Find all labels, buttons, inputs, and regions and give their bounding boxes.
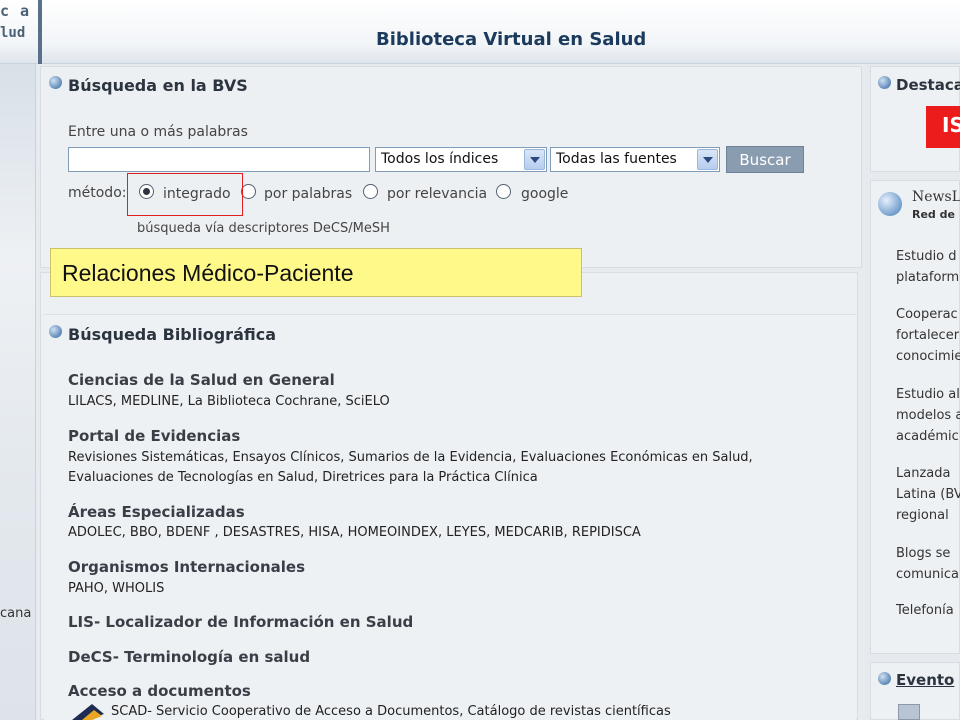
news-item-2[interactable]: Cooperac fortalecer conocimie [896, 304, 960, 367]
highlight-box [127, 173, 243, 216]
section-title-evidencias[interactable]: Portal de Evidencias [68, 427, 240, 445]
news-item-line: Lanzada [896, 466, 951, 481]
news-item-line: Latina (BV [896, 487, 960, 502]
bullet-icon [49, 76, 62, 89]
site-header: c a lud Biblioteca Virtual en Salud [0, 0, 960, 64]
section-title-decs[interactable]: DeCS- Terminología en salud [68, 648, 310, 666]
search-prompt-label: Entre una o más palabras [68, 124, 248, 140]
bullet-icon [878, 76, 891, 89]
newsletter-subtitle: Red de [912, 208, 955, 221]
radio-label-por-palabras[interactable]: por palabras [264, 186, 352, 202]
index-select-value: Todos los índices [381, 151, 499, 167]
site-title: Biblioteca Virtual en Salud [376, 29, 647, 50]
section-desc-areas[interactable]: ADOLEC, BBO, BDENF , DESASTRES, HISA, HO… [68, 525, 641, 540]
news-item-line: plataform [896, 270, 960, 285]
news-item-line: Estudio d [896, 249, 957, 264]
section-desc-ciencias[interactable]: LILACS, MEDLINE, La Biblioteca Cochrane,… [68, 394, 390, 409]
news-item-line: Estudio al [896, 387, 960, 402]
bullet-icon [49, 325, 62, 338]
news-item-line: Cooperac [896, 307, 958, 322]
news-item-line: académic [896, 429, 959, 444]
radio-por-relevancia[interactable] [363, 184, 378, 199]
news-item-3[interactable]: Estudio al modelos a académic [896, 384, 960, 447]
news-item-line: regional [896, 508, 949, 523]
search-input[interactable] [68, 147, 370, 172]
search-panel-title: Búsqueda en la BVS [68, 76, 248, 95]
section-desc-acceso[interactable]: SCAD- Servicio Cooperativo de Acceso a D… [111, 704, 671, 719]
news-item-line: modelos a [896, 408, 960, 423]
bibliografica-title: Búsqueda Bibliográfica [68, 325, 276, 344]
search-button[interactable]: Buscar [726, 146, 804, 173]
news-item-6[interactable]: Telefonía [896, 600, 954, 621]
section-desc-evidencias-1[interactable]: Revisiones Sistemáticas, Ensayos Clínico… [68, 450, 753, 465]
section-title-acceso: Acceso a documentos [68, 682, 251, 700]
logo-divider [38, 0, 42, 64]
news-item-line: conocimie [896, 349, 960, 364]
eventos-title[interactable]: Evento [896, 671, 954, 689]
radio-por-palabras[interactable] [241, 184, 256, 199]
radio-google[interactable] [496, 184, 511, 199]
radio-label-google[interactable]: google [521, 186, 568, 202]
news-item-1[interactable]: Estudio d plataform [896, 246, 959, 288]
section-desc-evidencias-2[interactable]: Evaluaciones de Tecnologías en Salud, Di… [68, 470, 538, 485]
source-select[interactable]: Todas las fuentes [550, 147, 720, 172]
news-item-4[interactable]: Lanzada Latina (BV regional [896, 463, 960, 526]
source-select-value: Todas las fuentes [556, 151, 677, 167]
logo-text-line2: lud [0, 25, 26, 41]
news-item-line: fortalecer [896, 328, 960, 343]
section-title-areas[interactable]: Áreas Especializadas [68, 503, 245, 521]
bullet-icon [878, 672, 891, 685]
section-title-organismos[interactable]: Organismos Internacionales [68, 558, 305, 576]
document-icon [898, 704, 920, 720]
radio-label-por-relevancia[interactable]: por relevancia [387, 186, 487, 202]
chevron-down-icon[interactable] [524, 149, 545, 170]
topic-tag: Relaciones Médico-Paciente [50, 248, 582, 297]
decs-note[interactable]: búsqueda vía descriptores DeCS/MeSH [137, 221, 390, 236]
destacados-title: Destaca [896, 76, 960, 94]
index-select[interactable]: Todos los índices [375, 147, 547, 172]
newsletter-title: NewsL [912, 189, 960, 205]
method-label: método: [68, 185, 127, 201]
newsletter-icon [878, 192, 902, 216]
news-item-5[interactable]: Blogs se comunica [896, 543, 959, 585]
news-item-line: Telefonía [896, 603, 954, 618]
scad-arrow-icon [72, 704, 104, 720]
section-desc-organismos[interactable]: PAHO, WHOLIS [68, 581, 164, 596]
section-title-ciencias[interactable]: Ciencias de la Salud en General [68, 371, 335, 389]
news-item-line: comunica [896, 567, 959, 582]
logo-text-line1: c a [0, 2, 31, 20]
left-partial-text: cana [0, 606, 32, 621]
left-decorative-sidebar [0, 64, 36, 720]
news-item-line: Blogs se [896, 546, 951, 561]
chevron-down-icon[interactable] [697, 149, 718, 170]
section-title-lis[interactable]: LIS- Localizador de Información en Salud [68, 613, 413, 631]
featured-banner[interactable]: IS [926, 106, 960, 148]
